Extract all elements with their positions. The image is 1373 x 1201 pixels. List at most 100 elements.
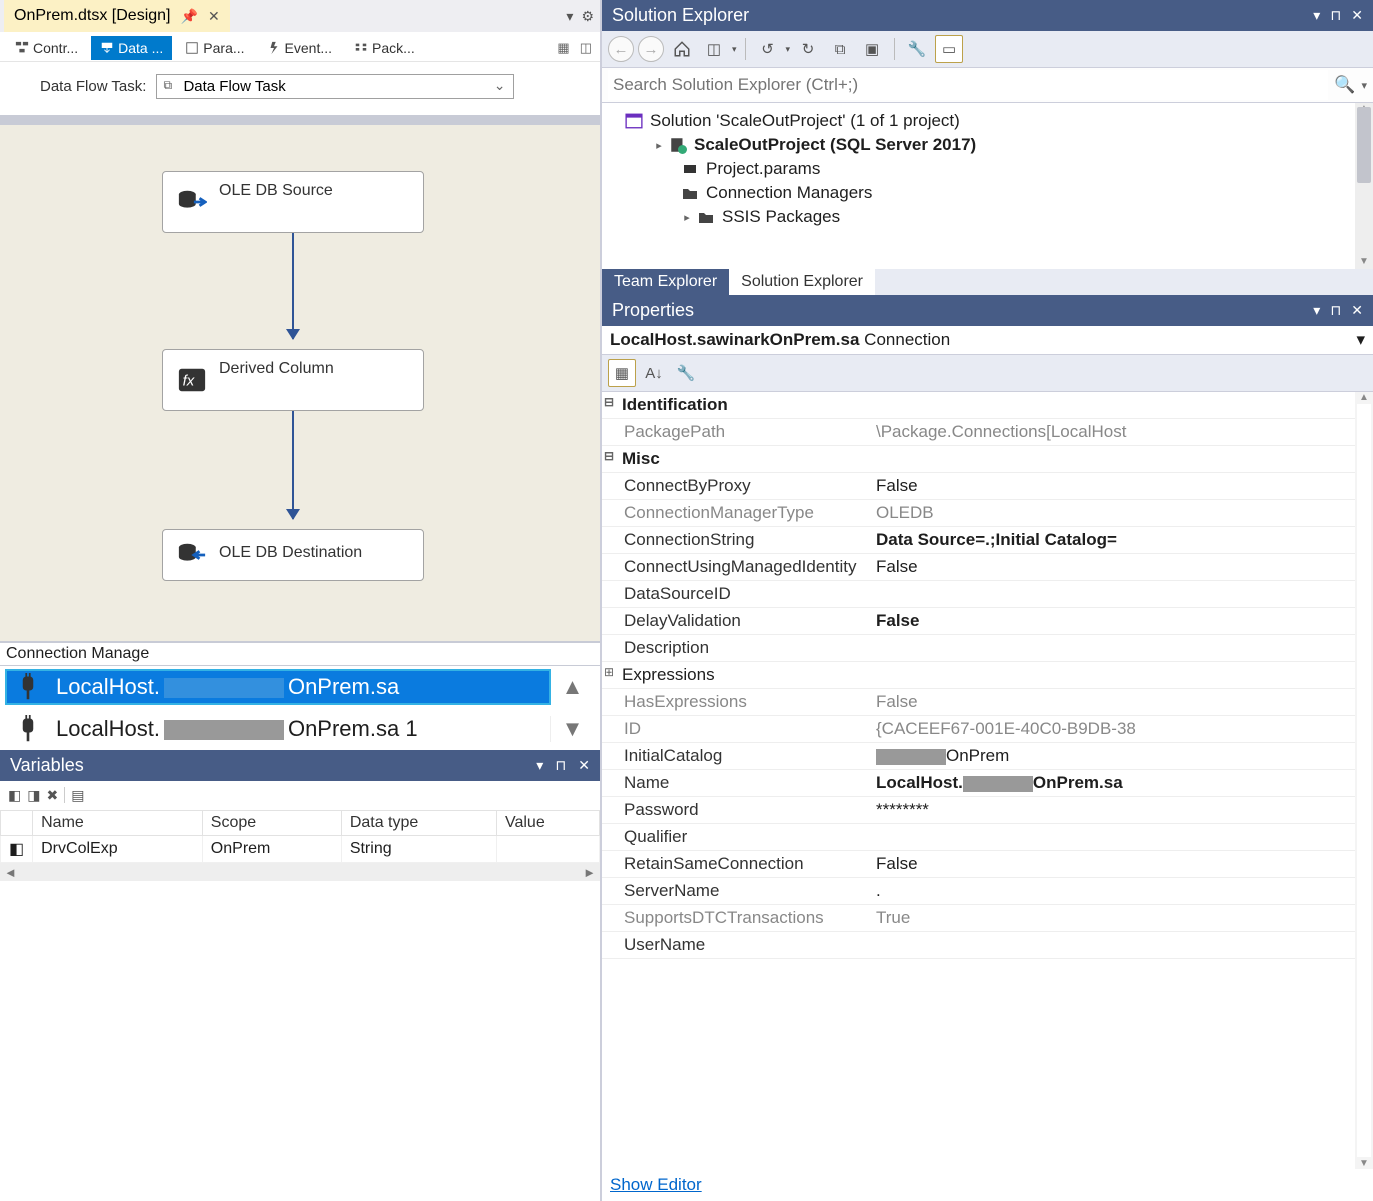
close-icon[interactable]: ✕ (1351, 7, 1363, 24)
connection-managers-panel: Connection Manage LocalHost.OnPrem.sa ▲ … (0, 641, 600, 750)
variables-table: Name Scope Data type Value ◧ DrvColExp O… (0, 810, 600, 863)
window-menu-icon[interactable]: ▾ (566, 8, 573, 25)
solution-explorer-title: Solution Explorer (612, 5, 749, 26)
tree-node-params[interactable]: Project.params (602, 157, 1373, 181)
move-variable-icon[interactable]: ◨ (27, 787, 40, 804)
scroll-up-button[interactable]: ▲ (550, 674, 594, 700)
tab-package[interactable]: Pack... (345, 36, 424, 60)
tab-team-explorer[interactable]: Team Explorer (602, 269, 729, 295)
search-menu-icon[interactable]: ▾ (1361, 79, 1367, 92)
show-editor-link[interactable]: Show Editor (602, 1169, 1373, 1201)
sync-icon[interactable]: ◫ (700, 35, 728, 63)
search-input[interactable] (608, 70, 1328, 100)
wrench-icon[interactable]: 🔧 (672, 359, 700, 387)
pin-icon[interactable]: ⊓ (1330, 7, 1341, 24)
tree-node-solution[interactable]: Solution 'ScaleOutProject' (1 of 1 proje… (602, 109, 1373, 133)
tab-data-flow[interactable]: Data ... (91, 36, 172, 60)
document-tab[interactable]: OnPrem.dtsx [Design] 📌 ✕ (4, 0, 230, 32)
project-icon (668, 136, 688, 154)
expander-icon[interactable]: ▸ (680, 211, 694, 224)
tab-solution-explorer[interactable]: Solution Explorer (729, 269, 875, 295)
nav-forward-icon[interactable]: → (638, 36, 664, 62)
tab-parameters[interactable]: Para... (176, 36, 253, 60)
delete-variable-icon[interactable]: ✖ (46, 787, 58, 804)
document-tab-well: OnPrem.dtsx [Design] 📌 ✕ ▾ ⚙ (0, 0, 600, 32)
expander-icon[interactable]: ▸ (652, 139, 666, 152)
wrench-icon[interactable]: 🔧 (903, 35, 931, 63)
pin-icon[interactable]: ⊓ (555, 757, 566, 774)
gear-icon[interactable]: ⚙ (581, 8, 594, 25)
package-explorer-icon[interactable]: ▦ (557, 40, 569, 56)
folder-icon (680, 184, 700, 202)
pin-icon[interactable]: 📌 (181, 8, 198, 25)
plug-icon (14, 673, 42, 701)
connection-manager-item[interactable]: LocalHost.OnPrem.sa 1 (6, 712, 550, 746)
data-flow-task-select[interactable]: Data Flow Task (156, 74, 514, 99)
close-icon[interactable]: ✕ (578, 757, 590, 774)
properties-grid: Identification PackagePath\Package.Conne… (602, 392, 1373, 1169)
horizontal-scrollbar[interactable]: ◄► (0, 863, 600, 881)
connection-manager-item-selected[interactable]: LocalHost.OnPrem.sa (6, 670, 550, 704)
data-flow-task-row: Data Flow Task: Data Flow Task (0, 62, 600, 115)
window-menu-icon[interactable]: ▾ (1313, 7, 1320, 24)
tree-node-ssis-packages[interactable]: ▸ SSIS Packages (602, 205, 1373, 229)
data-flow-canvas[interactable]: OLE DB Source fx Derived Column OLE DB D… (0, 125, 600, 641)
tab-control-flow[interactable]: Contr... (6, 36, 87, 60)
solution-explorer-search[interactable]: 🔍 ▾ (602, 68, 1373, 103)
close-icon[interactable]: ✕ (1351, 302, 1363, 319)
categorized-icon[interactable]: ▦ (608, 359, 636, 387)
plug-icon (14, 715, 42, 743)
add-variable-icon[interactable]: ◧ (8, 787, 21, 804)
vertical-scrollbar[interactable]: ▲▼ (1355, 392, 1373, 1169)
grid-options-icon[interactable]: ▤ (71, 787, 84, 804)
history-icon[interactable]: ↺ (754, 35, 782, 63)
table-row[interactable]: ◧ DrvColExp OnPrem String (1, 836, 600, 863)
show-all-icon[interactable]: ▣ (858, 35, 886, 63)
folder-icon (696, 208, 716, 226)
fx-icon: fx (177, 365, 207, 395)
variable-icon: ◧ (1, 836, 33, 863)
close-icon[interactable]: ✕ (208, 8, 220, 25)
collapse-icon[interactable]: ⧉ (826, 35, 854, 63)
solution-explorer-tree: Solution 'ScaleOutProject' (1 of 1 proje… (602, 103, 1373, 269)
category-misc[interactable]: Misc (602, 447, 666, 471)
data-flow-task-label: Data Flow Task: (40, 78, 146, 95)
properties-object-selector[interactable]: LocalHost.sawinarkOnPrem.sa Connection ▾ (602, 326, 1373, 355)
category-expressions[interactable]: Expressions (602, 663, 721, 687)
node-derived-column[interactable]: fx Derived Column (162, 349, 424, 411)
chevron-down-icon[interactable]: ▾ (1356, 330, 1365, 350)
col-scope[interactable]: Scope (202, 811, 341, 836)
connection-managers-title: Connection Manage (0, 643, 600, 666)
solution-icon (624, 112, 644, 130)
home-icon[interactable] (668, 35, 696, 63)
explorer-tabs: Team Explorer Solution Explorer (602, 269, 1373, 295)
alphabetical-icon[interactable]: A↓ (640, 359, 668, 387)
window-menu-icon[interactable]: ▾ (536, 757, 543, 774)
separator (0, 115, 600, 125)
window-menu-icon[interactable]: ▾ (1313, 302, 1320, 319)
redacted-text (164, 678, 284, 698)
tree-node-project[interactable]: ▸ ScaleOutProject (SQL Server 2017) (602, 133, 1373, 157)
node-ole-db-destination[interactable]: OLE DB Destination (162, 529, 424, 581)
params-icon (680, 160, 700, 178)
nav-back-icon[interactable]: ← (608, 36, 634, 62)
pin-icon[interactable]: ⊓ (1330, 302, 1341, 319)
search-icon[interactable]: 🔍 (1328, 75, 1361, 95)
variables-pane: Variables ▾ ⊓ ✕ ◧ ◨ ✖ ▤ Name Scope (0, 750, 600, 881)
category-identification[interactable]: Identification (602, 393, 734, 417)
col-datatype[interactable]: Data type (341, 811, 496, 836)
tab-events[interactable]: Event... (258, 36, 341, 60)
connector-arrow[interactable] (292, 411, 294, 519)
connector-arrow[interactable] (292, 233, 294, 339)
scroll-down-button[interactable]: ▼ (550, 716, 594, 742)
refresh-icon[interactable]: ↻ (794, 35, 822, 63)
node-ole-db-source[interactable]: OLE DB Source (162, 171, 424, 233)
tree-node-connection-managers[interactable]: Connection Managers (602, 181, 1373, 205)
col-value[interactable]: Value (496, 811, 599, 836)
redacted-text (164, 720, 284, 740)
vertical-scrollbar[interactable]: ▲ ▼ (1355, 103, 1373, 269)
col-name[interactable]: Name (33, 811, 203, 836)
unknown-icon[interactable]: ◫ (580, 40, 592, 56)
solution-explorer-pane: Solution Explorer ▾ ⊓ ✕ ← → ◫ ▾ ↺ ▾ ↻ ⧉ … (602, 0, 1373, 295)
properties-toggle-icon[interactable]: ▭ (935, 35, 963, 63)
